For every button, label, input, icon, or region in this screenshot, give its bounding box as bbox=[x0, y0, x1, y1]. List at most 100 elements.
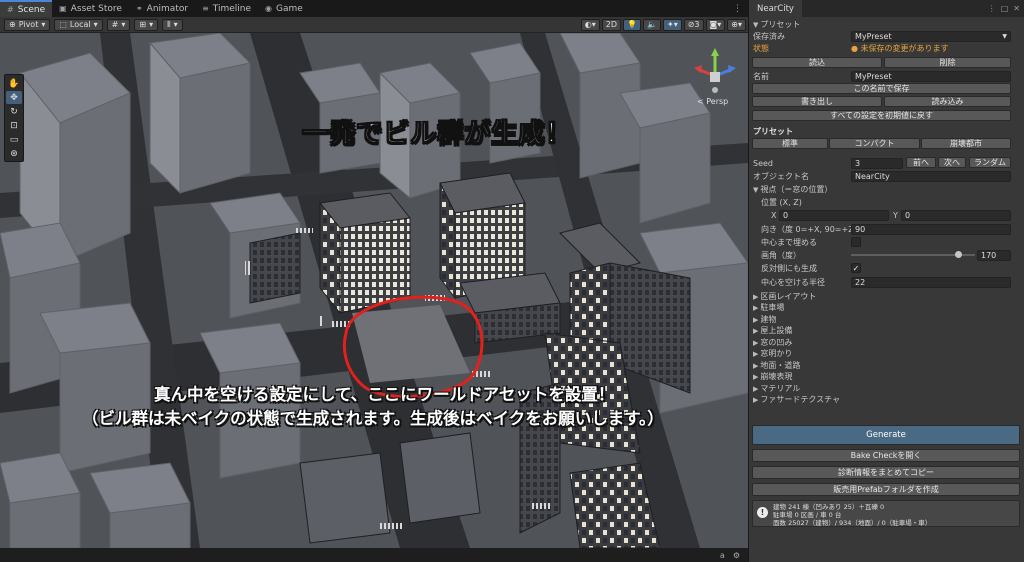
more-icon[interactable]: ⋮ bbox=[988, 4, 996, 13]
preset-compact-button[interactable]: コンパクト bbox=[829, 138, 920, 149]
tab-animator[interactable]: ⚭ Animator bbox=[129, 0, 195, 17]
saved-preset-dropdown[interactable]: MyPreset ▼ bbox=[851, 30, 1011, 42]
chevron-down-icon: ▾ bbox=[41, 20, 46, 29]
font-icon[interactable]: a bbox=[720, 551, 725, 560]
rect-tool-icon[interactable]: ▭ bbox=[6, 133, 22, 146]
hand-tool-icon[interactable]: ✋ bbox=[6, 77, 22, 90]
import-button[interactable]: 読み込み bbox=[884, 96, 1011, 107]
mirror-checkbox[interactable]: ✓ bbox=[851, 263, 861, 273]
transform-tool-icon[interactable]: ⊛ bbox=[6, 147, 22, 160]
object-name-input[interactable]: NearCity bbox=[851, 170, 1011, 182]
position-y-input[interactable]: 0 bbox=[901, 209, 1011, 221]
state-label: 状態 bbox=[753, 43, 769, 53]
tab-timeline[interactable]: ≡ Timeline bbox=[195, 0, 258, 17]
prev-seed-button[interactable]: 前へ bbox=[906, 157, 936, 168]
settings-foldout[interactable]: ▶ 地面・道路 bbox=[749, 359, 1024, 371]
tab-label: Asset Store bbox=[70, 3, 122, 14]
reset-all-button[interactable]: すべての設定を初期値に戻す bbox=[752, 110, 1011, 121]
settings-foldout[interactable]: ▶ 建物 bbox=[749, 313, 1024, 325]
mirror-label: 反対側にも生成 bbox=[761, 263, 817, 273]
info-helpbox: ! 建物 241 棟（凹みあり 25）＋瓦礫 0 駐車場 0 区画 / 車 0 … bbox=[752, 500, 1020, 527]
camera-projection-label[interactable]: < Persp bbox=[697, 97, 728, 106]
camera-settings-button[interactable]: ◙▾ bbox=[705, 18, 726, 31]
settings-foldout[interactable]: ▶ 窓の凹み bbox=[749, 336, 1024, 348]
viewpoint-foldout[interactable]: ▼ 視点（＝窓の位置） bbox=[749, 183, 1024, 195]
scene-toolbar: ⊕ Pivot ▾ ⬚ Local ▾ # ▾ ⊞ ▾ ⦀ ▾ ◐▾ 2D 💡 🔈 ✦▾ ⊘ 3… bbox=[0, 17, 748, 33]
settings-foldout[interactable]: ▶ マテリアル bbox=[749, 382, 1024, 394]
chevron-right-icon: ▶ bbox=[753, 396, 759, 404]
chevron-right-icon: ▶ bbox=[753, 304, 759, 312]
fov-input[interactable]: 170 bbox=[977, 249, 1011, 261]
align-button[interactable]: ⦀ ▾ bbox=[162, 18, 183, 31]
export-button[interactable]: 書き出し bbox=[752, 96, 882, 107]
chevron-down-icon: ▼ bbox=[753, 20, 759, 29]
object-name-label: オブジェクト名 bbox=[753, 171, 809, 181]
maximize-icon[interactable]: □ bbox=[1001, 4, 1009, 13]
close-icon[interactable]: ✕ bbox=[1013, 4, 1020, 13]
mode-2d-toggle[interactable]: 2D bbox=[601, 18, 621, 31]
sale-prefab-button[interactable]: 販売用Prefabフォルダを作成 bbox=[752, 483, 1020, 496]
local-dropdown[interactable]: ⬚ Local ▾ bbox=[54, 18, 103, 31]
grid-snap-button[interactable]: # ▾ bbox=[106, 18, 131, 31]
effects-toggle[interactable]: ✦▾ bbox=[662, 18, 682, 31]
settings-foldout[interactable]: ▶ 駐車場 bbox=[749, 302, 1024, 314]
generate-button[interactable]: Generate bbox=[752, 425, 1020, 445]
scale-tool-icon[interactable]: ⊡ bbox=[6, 119, 22, 132]
settings-icon[interactable]: ⚙ bbox=[733, 551, 740, 560]
fill-center-checkbox[interactable] bbox=[851, 237, 861, 247]
name-input[interactable]: MyPreset bbox=[851, 70, 1011, 82]
inspector-panel: NearCity ⋮ □ ✕ ▼ プリセット 保存済み MyPreset ▼ 状態 ● … bbox=[748, 0, 1024, 562]
load-button[interactable]: 読込 bbox=[752, 57, 882, 68]
pivot-dropdown[interactable]: ⊕ Pivot ▾ bbox=[4, 18, 51, 31]
preset-standard-button[interactable]: 標準 bbox=[752, 138, 828, 149]
tab-label: Scene bbox=[17, 4, 46, 15]
globe-icon: ⊕▾ bbox=[731, 20, 742, 29]
tab-label: Timeline bbox=[212, 3, 252, 14]
tab-menu: ⋮ bbox=[733, 4, 748, 14]
lighting-toggle[interactable]: 💡 bbox=[622, 18, 641, 31]
overlay-note: 真ん中を空ける設定にして、ここにワールドアセットを設置！ （ビル群は未ベイクの状… bbox=[82, 383, 748, 431]
scene-viewport[interactable]: ✋ ✥ ↻ ⊡ ▭ ⊛ < Persp 一発でビル群が生成！ 真ん中を空ける設定… bbox=[0, 33, 748, 548]
settings-foldout[interactable]: ▶ 崩壊表現 bbox=[749, 371, 1024, 383]
seed-input[interactable]: 3 bbox=[851, 157, 903, 169]
chevron-right-icon: ▶ bbox=[753, 350, 759, 358]
more-icon[interactable]: ⋮ bbox=[733, 4, 742, 14]
preset-foldout-label: プリセット bbox=[760, 19, 801, 29]
save-as-button[interactable]: この名前で保存 bbox=[752, 83, 1011, 94]
tab-asset-store[interactable]: ▣ Asset Store bbox=[52, 0, 129, 17]
draw-mode-button[interactable]: ◐▾ bbox=[580, 18, 600, 31]
copy-diagnostics-button[interactable]: 診断情報をまとめてコピー bbox=[752, 466, 1020, 479]
tab-nearcity[interactable]: NearCity bbox=[749, 0, 802, 17]
foldout-label: マテリアル bbox=[760, 383, 801, 393]
scene-view-options: ◐▾ 2D 💡 🔈 ✦▾ ⊘ 3 ◙▾ ⊕▾ bbox=[580, 18, 748, 31]
fov-slider-knob[interactable] bbox=[954, 251, 962, 258]
settings-foldout[interactable]: ▶ 区画レイアウト bbox=[749, 290, 1024, 302]
hidden-objects-toggle[interactable]: ⊘ 3 bbox=[683, 18, 704, 31]
delete-button[interactable]: 削除 bbox=[884, 57, 1011, 68]
saved-value: MyPreset bbox=[855, 31, 892, 41]
rotate-tool-icon[interactable]: ↻ bbox=[6, 105, 22, 118]
next-seed-button[interactable]: 次へ bbox=[938, 157, 966, 168]
settings-foldout[interactable]: ▶ 屋上設備 bbox=[749, 325, 1024, 337]
gizmos-toggle[interactable]: ⊕▾ bbox=[727, 18, 746, 31]
move-tool-icon[interactable]: ✥ bbox=[6, 91, 22, 104]
tab-game[interactable]: ◉ Game bbox=[258, 0, 310, 17]
chevron-right-icon: ▶ bbox=[753, 361, 759, 370]
audio-toggle[interactable]: 🔈 bbox=[642, 18, 661, 31]
preset-ruined-button[interactable]: 崩壊都市 bbox=[921, 138, 1011, 149]
position-x-input[interactable]: 0 bbox=[779, 209, 889, 221]
preset-foldout[interactable]: ▼ プリセット bbox=[749, 18, 1024, 30]
chevron-right-icon: ▶ bbox=[753, 373, 759, 381]
increment-snap-button[interactable]: ⊞ ▾ bbox=[134, 18, 159, 31]
foldout-label: 地面・道路 bbox=[760, 360, 801, 370]
direction-input[interactable]: 90 bbox=[851, 223, 1011, 235]
y-label: Y bbox=[893, 210, 898, 220]
bake-check-button[interactable]: Bake Checkを開く bbox=[752, 449, 1020, 462]
seed-row: Seed 3 前へ 次へ ランダム bbox=[749, 157, 1024, 169]
tab-label: Game bbox=[276, 3, 303, 14]
settings-foldout[interactable]: ▶ 窓明かり bbox=[749, 348, 1024, 360]
random-seed-button[interactable]: ランダム bbox=[969, 157, 1011, 168]
clear-radius-input[interactable]: 22 bbox=[851, 276, 1011, 288]
settings-foldout[interactable]: ▶ ファサードテクスチャ bbox=[749, 394, 1024, 406]
tab-scene[interactable]: # Scene bbox=[0, 0, 53, 17]
